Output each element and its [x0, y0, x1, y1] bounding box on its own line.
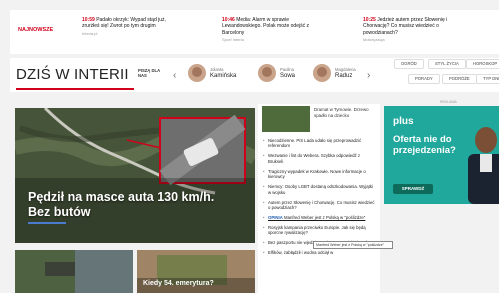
ticker-source: Interia.pl: [82, 30, 98, 36]
list-top-image[interactable]: [262, 106, 310, 132]
category-pill[interactable]: HOROSKOP: [466, 59, 499, 69]
item-text: Elfików, zabłądził i wodna odciął w: [268, 250, 334, 256]
author-last-name: Kamińska: [210, 73, 237, 79]
ticker-time: 10:46: [222, 17, 235, 23]
item-text: Niemcy: Osoby LGBT dostaną odszkodowania…: [268, 184, 373, 195]
author-first-name: Paulina: [280, 67, 294, 72]
list-item[interactable]: Elfików, zabłądził i wodna odciął w: [263, 250, 375, 256]
category-pill[interactable]: PORADY: [408, 74, 440, 84]
ticker-source: Sport Interia: [222, 36, 244, 42]
item-text: Niecodzienne. PiS Lada udało się przepro…: [268, 138, 362, 149]
ticker-source: Motoryzacja: [363, 36, 385, 42]
ticker-text: Media: Alarm w sprawie Lewandowskiego. P…: [222, 17, 309, 36]
item-text: Manfred Weber jest z Polską w "poślizdze…: [284, 215, 366, 221]
thumb-article[interactable]: [15, 250, 133, 293]
ad-person-image: [468, 127, 499, 204]
category-pill[interactable]: PODRÓŻE: [442, 74, 477, 84]
list-item[interactable]: Niemcy: Osoby LGBT dostaną odszkodowania…: [263, 184, 375, 195]
list-item[interactable]: Niecodzienne. PiS Lada udało się przepro…: [263, 138, 375, 149]
avatar: [313, 64, 331, 82]
ticker-label: NAJNOWSZE: [18, 27, 54, 33]
ticker-item[interactable]: 10:59 Padało okrzyk: Wypad stąd już, zru…: [82, 17, 182, 37]
chevron-left-icon[interactable]: ‹: [173, 70, 176, 81]
ticker-time: 10:59: [82, 17, 95, 23]
chevron-right-icon[interactable]: ›: [367, 70, 370, 81]
thumb-headline[interactable]: Kiedy 54. emerytura?: [143, 280, 214, 287]
ad-label: REKLAMA: [440, 100, 457, 104]
ticker-text: Padało okrzyk: Wypad stąd już, zrurżłeś …: [82, 17, 166, 30]
author-first-name: Jolanta: [210, 67, 224, 72]
author-last-name: Raduz: [335, 73, 353, 79]
ticker-text: Jedzież autem przez Słowenię i Chorwację…: [363, 17, 448, 36]
list-item[interactable]: Rosyjsk kampania przeciwko Europie. Jak …: [263, 225, 375, 236]
thumb-article[interactable]: Kiedy 54. emerytura?: [137, 250, 255, 293]
news-list: Dramat w Tymowie. Drzewo spadło na dziec…: [258, 104, 380, 293]
ticker-item[interactable]: 10:25 Jedzież autem przez Słowenię i Cho…: [363, 17, 463, 43]
list-item[interactable]: Wezwanie i list do Weberа. Szybka odpowi…: [263, 153, 375, 164]
author-first-name: Magdalena: [335, 67, 356, 72]
avatar: [258, 64, 276, 82]
list-item[interactable]: Tragiczny wypadek w Krakowie. Nowe infor…: [263, 169, 375, 180]
item-text: Tragiczny wypadek w Krakowie. Nowe infor…: [268, 168, 366, 180]
page: NAJNOWSZE 10:59 Padało okrzyk: Wypad stą…: [0, 0, 499, 293]
section-header: DZIŚ W INTERII PISZĄ DLA NAS ‹ Jolanta K…: [10, 58, 499, 92]
thumb-image: [15, 250, 133, 293]
ad-cta-button[interactable]: SPRAWDŹ: [393, 184, 433, 194]
item-text: Autem przez Słowenię i Chorwację. Co mus…: [268, 199, 375, 211]
list-top-headline[interactable]: Dramat w Tymowie. Drzewo spadło na dziec…: [314, 107, 376, 118]
hero-article[interactable]: Pędził na masce auta 130 km/h. Bez butów: [15, 108, 255, 243]
title-underline: [16, 88, 134, 90]
author-last-name: Sowa: [280, 73, 296, 79]
hero-accent-bar: [28, 222, 66, 224]
category-pill[interactable]: TYP DNIA: [476, 74, 499, 84]
item-text: Rosyjsk kampania przeciwko Europie. Jak …: [268, 225, 366, 236]
ad-headline: Oferta nie do przejedzenia?: [393, 134, 456, 156]
authors-lead-label: PISZĄ DLA NAS: [138, 68, 160, 78]
avatar: [188, 64, 206, 82]
item-tag: OPINIA: [268, 215, 283, 221]
news-ticker: NAJNOWSZE 10:59 Padało okrzyk: Wypad stą…: [10, 10, 499, 54]
link-tooltip: Manfred Weber jest z Polską w "poślizdze…: [313, 241, 393, 249]
list-item[interactable]: OPINIA Manfred Weber jest z Polską w "po…: [263, 215, 375, 221]
category-pill[interactable]: OGRÓD: [394, 59, 424, 69]
ticker-item[interactable]: 10:46 Media: Alarm w sprawie Lewandowski…: [222, 17, 322, 43]
ticker-time: 10:25: [363, 17, 376, 23]
item-text: Wezwanie i list do Weberа. Szybka odpowi…: [268, 153, 361, 164]
list-item[interactable]: Autem przez Słowenię i Chorwację. Co mus…: [263, 200, 375, 211]
hero-headline[interactable]: Pędził na masce auta 130 km/h. Bez butów: [28, 190, 238, 220]
section-title: DZIŚ W INTERII: [16, 66, 129, 83]
plus-logo: plus: [393, 116, 414, 127]
category-pill[interactable]: STYL ŻYCIA: [428, 59, 466, 69]
ad-banner[interactable]: plus Oferta nie do przejedzenia? SPRAWDŹ: [384, 106, 499, 204]
